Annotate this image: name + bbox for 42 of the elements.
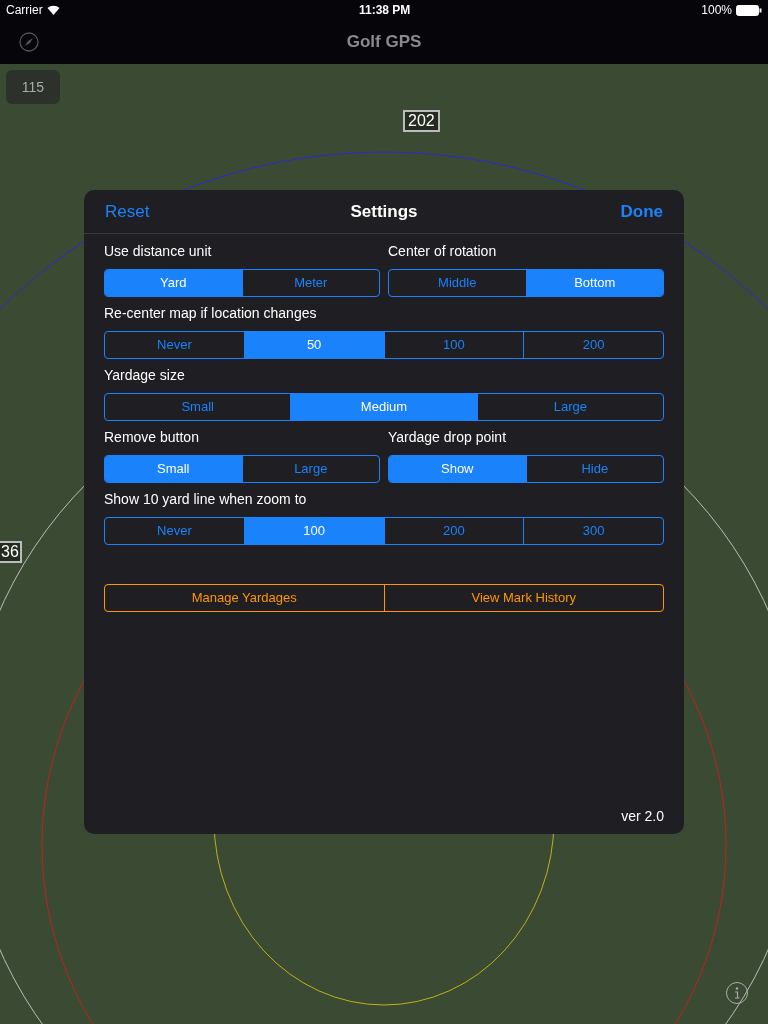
setting-label: Use distance unit (104, 242, 213, 261)
reset-button[interactable]: Reset (105, 198, 150, 225)
segment-option[interactable]: Small (105, 394, 291, 420)
segment-option[interactable]: Show (389, 456, 526, 482)
segment-option[interactable]: 100 (243, 518, 384, 544)
segment-option[interactable]: 300 (523, 518, 663, 544)
carrier-label: Carrier (6, 2, 43, 19)
setting-label: Remove button (104, 428, 200, 447)
segment-option[interactable]: Hide (525, 456, 663, 482)
battery-percent: 100% (701, 2, 732, 19)
setting-label: Center of rotation (388, 242, 498, 261)
segment-option[interactable]: 50 (243, 332, 384, 358)
setting-label: Yardage drop point (388, 428, 508, 447)
setting-label: Yardage size (104, 366, 186, 385)
app-title: Golf GPS (346, 31, 422, 54)
version-label: ver 2.0 (621, 807, 664, 826)
segment-option[interactable]: Bottom (525, 270, 663, 296)
segment-option[interactable]: 200 (383, 518, 524, 544)
action-button[interactable]: View Mark History (383, 585, 663, 611)
segment-option[interactable]: Large (241, 456, 379, 482)
segment-option[interactable]: Never (105, 518, 244, 544)
setting-label: Re-center map if location changes (104, 304, 318, 323)
battery-icon (736, 4, 762, 16)
segment-option[interactable]: Large (476, 394, 663, 420)
segment-option[interactable]: Medium (290, 394, 477, 420)
setting-label: Show 10 yard line when zoom to (104, 490, 308, 509)
segment-option[interactable]: Yard (105, 270, 242, 296)
yardage-marker[interactable]: 115 (6, 70, 60, 104)
yardage-marker[interactable]: 36 (0, 541, 22, 563)
segment-option[interactable]: 200 (523, 332, 663, 358)
segment-option[interactable]: Small (105, 456, 242, 482)
compass-icon[interactable] (19, 32, 39, 52)
yardage-marker[interactable]: 202 (403, 110, 440, 132)
wifi-icon (46, 5, 60, 15)
segment-option[interactable]: 100 (383, 332, 524, 358)
segment-option[interactable]: Middle (389, 270, 526, 296)
settings-title: Settings (350, 200, 418, 223)
segment-option[interactable]: Never (105, 332, 244, 358)
segment-option[interactable]: Meter (241, 270, 379, 296)
done-button[interactable]: Done (620, 198, 663, 225)
action-button[interactable]: Manage Yardages (105, 585, 384, 611)
clock-time: 11:38 PM (359, 2, 411, 19)
